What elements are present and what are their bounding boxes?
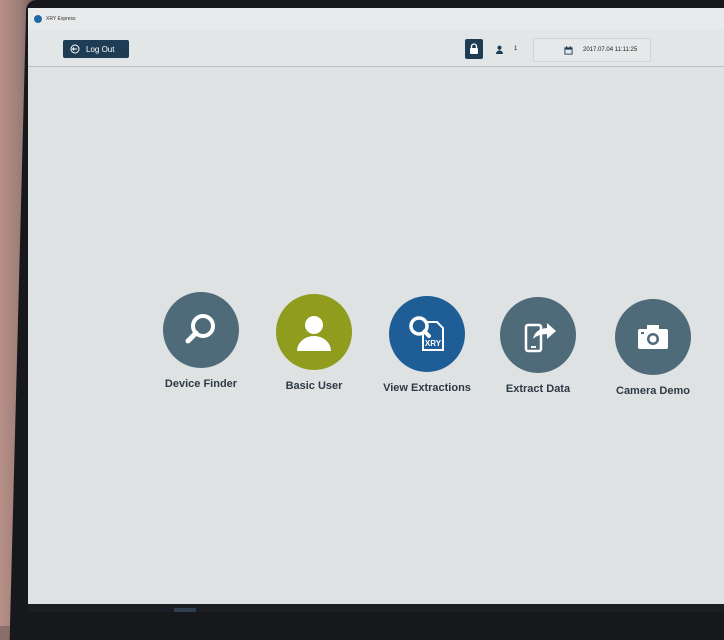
tile-device-finder[interactable]: Device Finder bbox=[151, 292, 251, 390]
extract-data-button[interactable] bbox=[500, 297, 576, 373]
calendar-icon bbox=[564, 45, 573, 55]
edge-browser-button[interactable] bbox=[102, 608, 124, 612]
app-window: XRY Express Log Out 1 2017.07.04 11:11:2… bbox=[28, 8, 724, 612]
tile-label: Camera Demo bbox=[616, 385, 690, 397]
xry-app-taskbar-button[interactable] bbox=[174, 608, 196, 612]
user-icon bbox=[495, 45, 504, 54]
basic-user-button[interactable] bbox=[276, 294, 352, 370]
taskbar-app-button[interactable] bbox=[198, 608, 220, 612]
taskbar bbox=[28, 604, 724, 612]
svg-text:XRY: XRY bbox=[425, 339, 442, 348]
camera-icon bbox=[638, 325, 668, 349]
tile-label: Basic User bbox=[285, 380, 343, 392]
camera-demo-button[interactable] bbox=[615, 299, 691, 375]
store-button[interactable] bbox=[150, 608, 172, 612]
user-count: 1 bbox=[514, 46, 518, 52]
toolbar: Log Out 1 2017.07.04 11:11:25 bbox=[28, 30, 724, 67]
device-finder-button[interactable] bbox=[163, 292, 239, 368]
search-button[interactable] bbox=[54, 608, 76, 612]
datetime-display: 2017.07.04 11:11:25 bbox=[533, 38, 651, 62]
start-button[interactable] bbox=[30, 608, 52, 612]
task-view-button[interactable] bbox=[78, 608, 100, 612]
user-indicator: 1 bbox=[491, 39, 531, 59]
datetime-text: 2017.07.04 11:11:25 bbox=[583, 47, 638, 53]
phone-share-icon bbox=[524, 323, 556, 353]
title-bar: XRY Express bbox=[28, 8, 724, 30]
window-title: XRY Express bbox=[46, 16, 76, 22]
magnifier-icon bbox=[185, 314, 215, 344]
xry-file-search-icon: XRY bbox=[409, 316, 444, 351]
logout-button[interactable]: Log Out bbox=[63, 40, 129, 58]
view-extractions-button[interactable]: XRY bbox=[389, 296, 465, 372]
tile-camera-demo[interactable]: Camera Demo bbox=[603, 299, 703, 397]
lock-icon bbox=[470, 43, 478, 54]
user-icon bbox=[297, 316, 331, 351]
app-logo-icon bbox=[34, 15, 42, 23]
tile-extract-data[interactable]: Extract Data bbox=[488, 297, 588, 395]
file-explorer-button[interactable] bbox=[126, 608, 148, 612]
logout-icon bbox=[70, 44, 80, 54]
logout-label: Log Out bbox=[86, 44, 115, 54]
tile-label: Extract Data bbox=[505, 383, 571, 395]
tile-label: Device Finder bbox=[164, 378, 238, 390]
tile-label: View Extractions bbox=[383, 382, 471, 394]
tile-basic-user[interactable]: Basic User bbox=[264, 294, 364, 392]
tile-view-extractions[interactable]: XRY View Extractions bbox=[377, 296, 477, 394]
lock-button[interactable] bbox=[465, 39, 483, 59]
